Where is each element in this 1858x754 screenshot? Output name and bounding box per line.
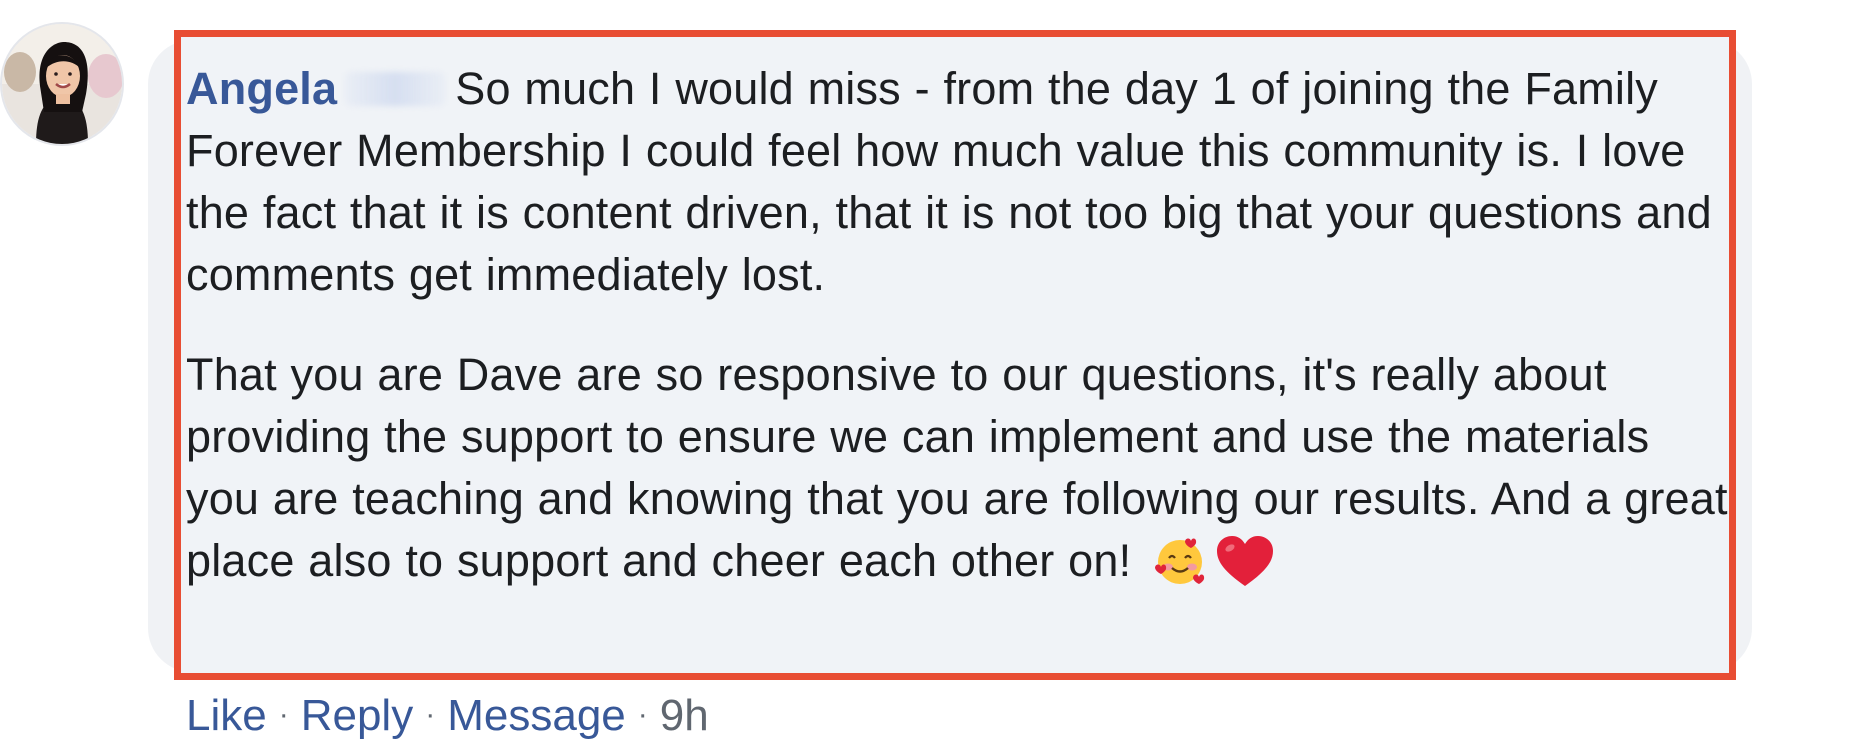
comment-paragraph-2: That you are Dave are so responsive to o…: [186, 344, 1731, 592]
profile-photo: [2, 24, 122, 144]
comment-paragraph-1: Angela So much I would miss - from the da…: [186, 58, 1731, 306]
avatar[interactable]: [0, 22, 124, 146]
comment-body: Angela So much I would miss - from the da…: [186, 58, 1731, 592]
reply-link[interactable]: Reply: [301, 691, 414, 740]
author-name-link[interactable]: Angela: [186, 63, 337, 114]
message-link[interactable]: Message: [447, 691, 626, 740]
separator-dot: ·: [278, 698, 289, 731]
separator-dot: ·: [425, 698, 436, 731]
red-heart-icon: [1215, 534, 1275, 588]
redacted-surname: [345, 72, 446, 106]
separator-dot: ·: [637, 698, 648, 731]
comment-actions: Like · Reply · Message · 9h: [186, 690, 709, 741]
smiling-face-with-hearts-icon: [1153, 534, 1207, 588]
like-link[interactable]: Like: [186, 691, 267, 740]
timestamp[interactable]: 9h: [660, 691, 709, 740]
comment-text-2: That you are Dave are so responsive to o…: [186, 349, 1728, 586]
